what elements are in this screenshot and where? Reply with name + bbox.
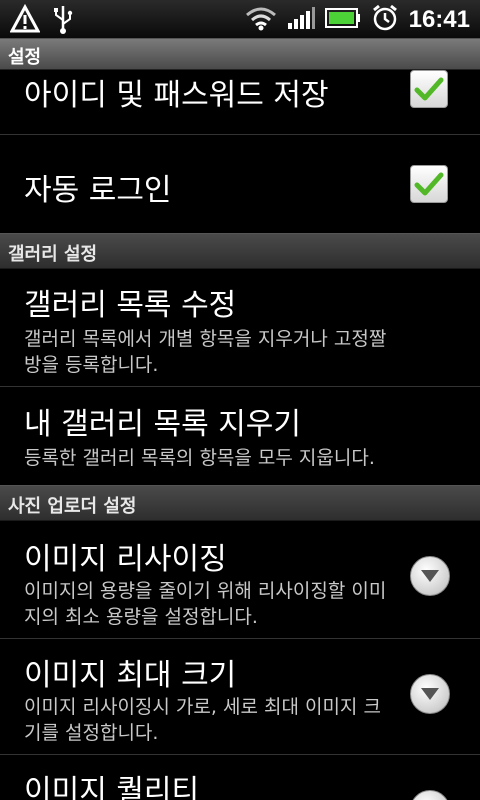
save-credentials-checkbox[interactable] bbox=[410, 70, 448, 108]
settings-list[interactable]: 아이디 및 패스워드 저장 자동 로그인 갤러리 설정 갤러리 목록 수정 갤러… bbox=[0, 70, 480, 800]
alarm-icon bbox=[371, 4, 399, 36]
image-quality-row[interactable]: 이미지 퀄리티 bbox=[0, 754, 480, 800]
section-header-uploader: 사진 업로더 설정 bbox=[0, 485, 480, 521]
image-max-size-summary: 이미지 리사이징시 가로, 세로 최대 이미지 크기를 설정합니다. bbox=[24, 696, 381, 744]
clock-time: 16:41 bbox=[408, 6, 470, 33]
image-quality-dropdown[interactable] bbox=[410, 790, 450, 800]
image-max-size-dropdown[interactable] bbox=[410, 674, 450, 714]
page-title: 설정 bbox=[8, 47, 42, 68]
wifi-icon bbox=[245, 5, 277, 35]
battery-icon bbox=[324, 6, 361, 34]
edit-gallery-list-title: 갤러리 목록 수정 bbox=[24, 288, 237, 323]
image-resize-summary: 이미지의 용량을 줄이기 위해 리사이징할 이미지의 최소 용량을 설정합니다. bbox=[24, 580, 387, 628]
warning-icon bbox=[9, 3, 41, 38]
title-bar: 설정 bbox=[0, 39, 480, 70]
save-credentials-title: 아이디 및 패스워드 저장 bbox=[24, 78, 329, 113]
clear-gallery-list-summary: 등록한 갤러리 목록의 항목을 모두 지웁니다. bbox=[24, 447, 375, 469]
image-resize-dropdown[interactable] bbox=[410, 556, 450, 596]
section-header-label: 사진 업로더 설정 bbox=[8, 496, 137, 517]
auto-login-checkbox[interactable] bbox=[410, 165, 448, 203]
auto-login-row[interactable]: 자동 로그인 bbox=[0, 135, 480, 234]
image-max-size-row[interactable]: 이미지 최대 크기 이미지 리사이징시 가로, 세로 최대 이미지 크기를 설정… bbox=[0, 638, 480, 755]
edit-gallery-list-row[interactable]: 갤러리 목록 수정 갤러리 목록에서 개별 항목을 지우거나 고정짤방을 등록합… bbox=[0, 268, 480, 387]
image-resize-title: 이미지 리사이징 bbox=[24, 542, 227, 577]
clear-gallery-list-row[interactable]: 내 갤러리 목록 지우기 등록한 갤러리 목록의 항목을 모두 지웁니다. bbox=[0, 387, 480, 492]
edit-gallery-list-summary: 갤러리 목록에서 개별 항목을 지우거나 고정짤방을 등록합니다. bbox=[24, 328, 387, 376]
usb-icon bbox=[52, 4, 74, 38]
save-credentials-row[interactable]: 아이디 및 패스워드 저장 bbox=[0, 70, 480, 135]
chevron-down-icon bbox=[421, 688, 439, 700]
signal-icon bbox=[287, 5, 315, 35]
section-header-gallery: 갤러리 설정 bbox=[0, 233, 480, 269]
section-header-label: 갤러리 설정 bbox=[8, 244, 98, 265]
chevron-down-icon bbox=[421, 570, 439, 582]
clear-gallery-list-title: 내 갤러리 목록 지우기 bbox=[24, 407, 302, 442]
image-quality-title: 이미지 퀄리티 bbox=[24, 774, 200, 800]
auto-login-title: 자동 로그인 bbox=[24, 173, 172, 208]
image-max-size-title: 이미지 최대 크기 bbox=[24, 658, 237, 693]
checkmark-icon bbox=[414, 172, 444, 196]
status-bar: 16:41 bbox=[0, 0, 480, 39]
image-resize-row[interactable]: 이미지 리사이징 이미지의 용량을 줄이기 위해 리사이징할 이미지의 최소 용… bbox=[0, 520, 480, 639]
checkmark-icon bbox=[414, 77, 444, 101]
